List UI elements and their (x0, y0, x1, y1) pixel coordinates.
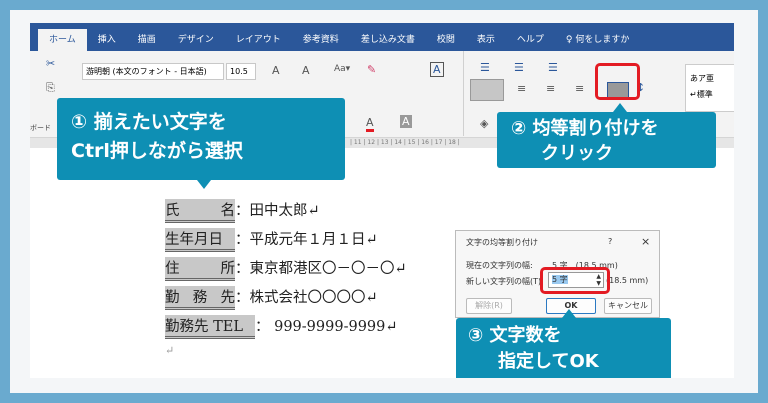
paragraph-mark: ↵ (165, 344, 175, 357)
font-size-select[interactable]: 10.5 (226, 63, 256, 80)
tab-draw[interactable]: 描画 (127, 29, 167, 51)
numbering-icon[interactable]: ☰ (514, 61, 524, 74)
tab-mailings[interactable]: 差し込み文書 (350, 29, 426, 51)
new-width-label: 新しい文字列の幅(T): (466, 277, 544, 286)
bullets-icon[interactable]: ☰ (480, 61, 490, 74)
tab-home[interactable]: ホーム (38, 29, 87, 51)
doc-row: 勤 務 先：株式会社〇〇〇〇↵ (165, 286, 378, 310)
align-left-button[interactable] (470, 79, 504, 101)
doc-row: 勤務先 TEL： 999-9999-9999↵ (165, 315, 398, 339)
tab-review[interactable]: 校閲 (426, 29, 466, 51)
close-button[interactable]: × (641, 235, 650, 248)
char-border-icon[interactable]: A (430, 62, 444, 77)
callout-step3: ③ 文字数を 指定してOK (456, 309, 671, 378)
style-normal[interactable]: あア亜 ↵標準 (685, 64, 734, 112)
doc-row: 氏 名：田中太郎↵ (165, 199, 320, 223)
tab-insert[interactable]: 挿入 (87, 29, 127, 51)
dialog-title: 文字の均等割り付け (466, 238, 538, 247)
multilevel-icon[interactable]: ☰ (548, 61, 558, 74)
tab-help[interactable]: ヘルプ (506, 29, 555, 51)
justify-icon[interactable]: ≡ (575, 82, 584, 95)
char-shading-icon[interactable]: A (400, 115, 412, 128)
cancel-button[interactable]: キャンセル (604, 298, 652, 314)
shrink-font-icon[interactable]: A (302, 64, 310, 77)
clear-format-icon[interactable]: ✎ (367, 63, 376, 76)
help-button[interactable]: ? (608, 237, 612, 246)
copy-icon[interactable]: ⎘ (46, 81, 55, 95)
current-width-label: 現在の文字列の幅: (466, 261, 533, 270)
align-center-icon[interactable]: ≡ (517, 82, 526, 95)
clear-button[interactable]: 解除(R) (466, 298, 512, 314)
distributed-highlight (595, 63, 640, 100)
font-color-icon[interactable]: A (366, 116, 374, 132)
tab-references[interactable]: 参考資料 (292, 29, 350, 51)
grow-font-icon[interactable]: A (272, 64, 280, 77)
doc-row: 住 所：東京都港区〇－〇－〇↵ (165, 257, 407, 281)
doc-row: 生年月日 ：平成元年１月１日↵ (165, 228, 378, 252)
callout-step2: ② 均等割り付けを クリック (497, 103, 716, 168)
tab-design[interactable]: デザイン (167, 29, 225, 51)
shading-icon[interactable]: ◈ (480, 117, 488, 130)
lightbulb-icon: ♀ (565, 35, 576, 45)
change-case-icon[interactable]: Aa▾ (334, 64, 350, 74)
tell-me-search[interactable]: ♀ 何をしますか (555, 29, 640, 51)
new-width-mm: (18.5 mm) (606, 276, 649, 285)
ribbon-tabs: ホーム 挿入 描画 デザイン レイアウト 参考資料 差し込み文書 校閲 表示 ヘ… (30, 23, 734, 51)
cut-icon[interactable]: ✂ (46, 57, 55, 70)
align-right-icon[interactable]: ≡ (546, 82, 555, 95)
font-name-select[interactable]: 游明朝 (本文のフォント - 日本語) (82, 63, 224, 80)
tab-layout[interactable]: レイアウト (225, 29, 292, 51)
callout-step1: ① 揃えたい文字を Ctrl押しながら選択 (57, 98, 345, 189)
tab-view[interactable]: 表示 (466, 29, 506, 51)
clipboard-group-label: ボード (30, 124, 51, 132)
spinner-highlight (540, 267, 610, 294)
